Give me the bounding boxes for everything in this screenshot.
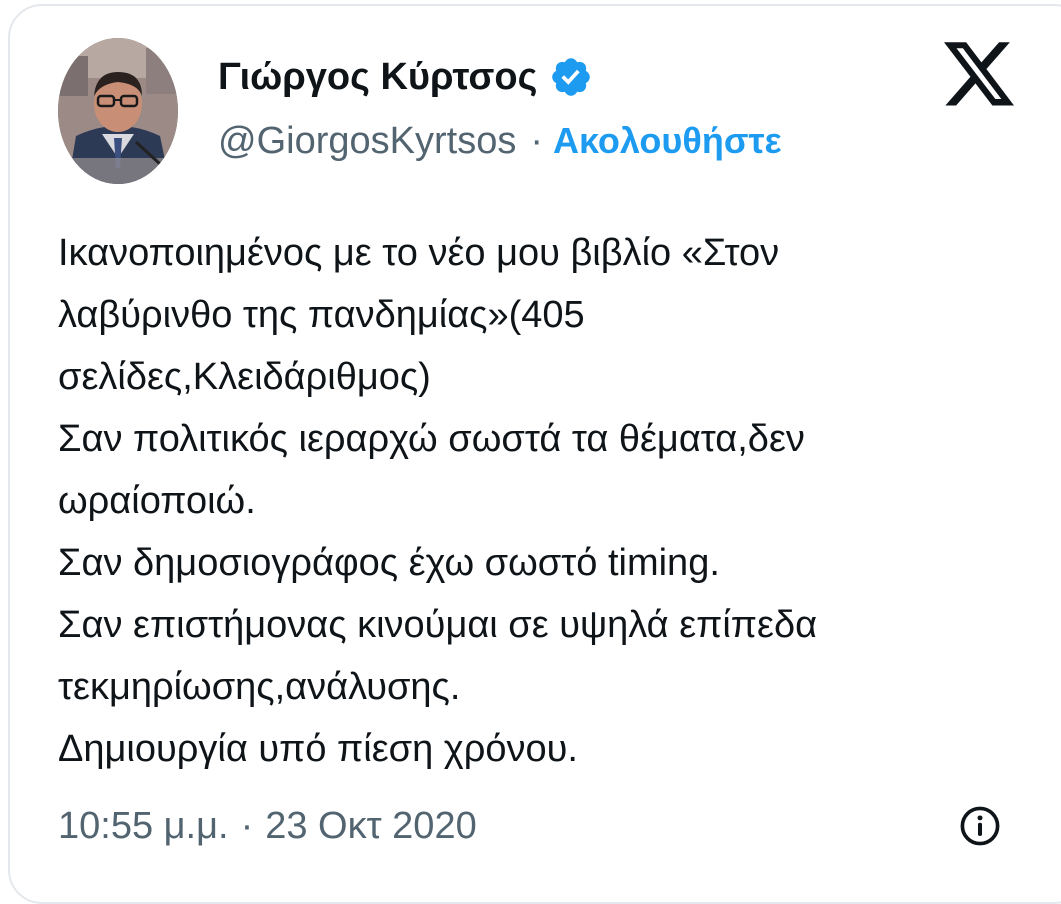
tweet-line: Σαν πολιτικός ιεραρχώ σωστά τα θέματα,δε… — [58, 418, 805, 460]
tweet-line: σελίδες,Κλειδάριθμος) — [58, 356, 431, 398]
handle-separator: · — [530, 119, 543, 162]
tweet-timestamp[interactable]: 10:55 μ.μ. · 23 Οκτ 2020 — [58, 798, 477, 854]
tweet-line: Ικανοποιημένος με το νέο μου βιβλίο «Στο… — [58, 232, 780, 274]
tweet-line: Δημιουργία υπό πίεση χρόνου. — [58, 728, 578, 770]
tweet-text: Ικανοποιημένος με το νέο μου βιβλίο «Στο… — [58, 222, 1018, 780]
profile-photo — [58, 38, 178, 184]
tweet-line: ωραίοποιώ. — [58, 480, 256, 522]
tweet-date: 23 Οκτ 2020 — [265, 804, 477, 847]
tweet-line: Σαν δημοσιογράφος έχω σωστό timing. — [58, 542, 720, 584]
follow-button[interactable]: Ακολουθήστε — [553, 120, 782, 162]
author-handle[interactable]: @GiorgosKyrtsos — [218, 120, 516, 163]
x-logo-icon[interactable] — [944, 42, 1014, 108]
timestamp-separator: · — [240, 804, 254, 847]
avatar[interactable] — [58, 38, 178, 184]
tweet-line: Σαν επιστήμονας κινούμαι σε υψηλά επίπεδ… — [58, 604, 818, 646]
author-name[interactable]: Γιώργος Κύρτσος — [218, 56, 537, 99]
info-icon[interactable] — [958, 804, 1002, 848]
tweet-line: τεκμηρίωσης,ανάλυσης. — [58, 666, 461, 708]
tweet-line: λαβύρινθο της πανδημίας»(405 — [58, 294, 585, 336]
tweet-time: 10:55 μ.μ. — [58, 804, 229, 847]
author-handle-row: @GiorgosKyrtsos · Ακολουθήστε — [218, 116, 782, 166]
author-name-row: Γιώργος Κύρτσος — [218, 52, 593, 102]
verified-badge-icon — [552, 58, 591, 96]
